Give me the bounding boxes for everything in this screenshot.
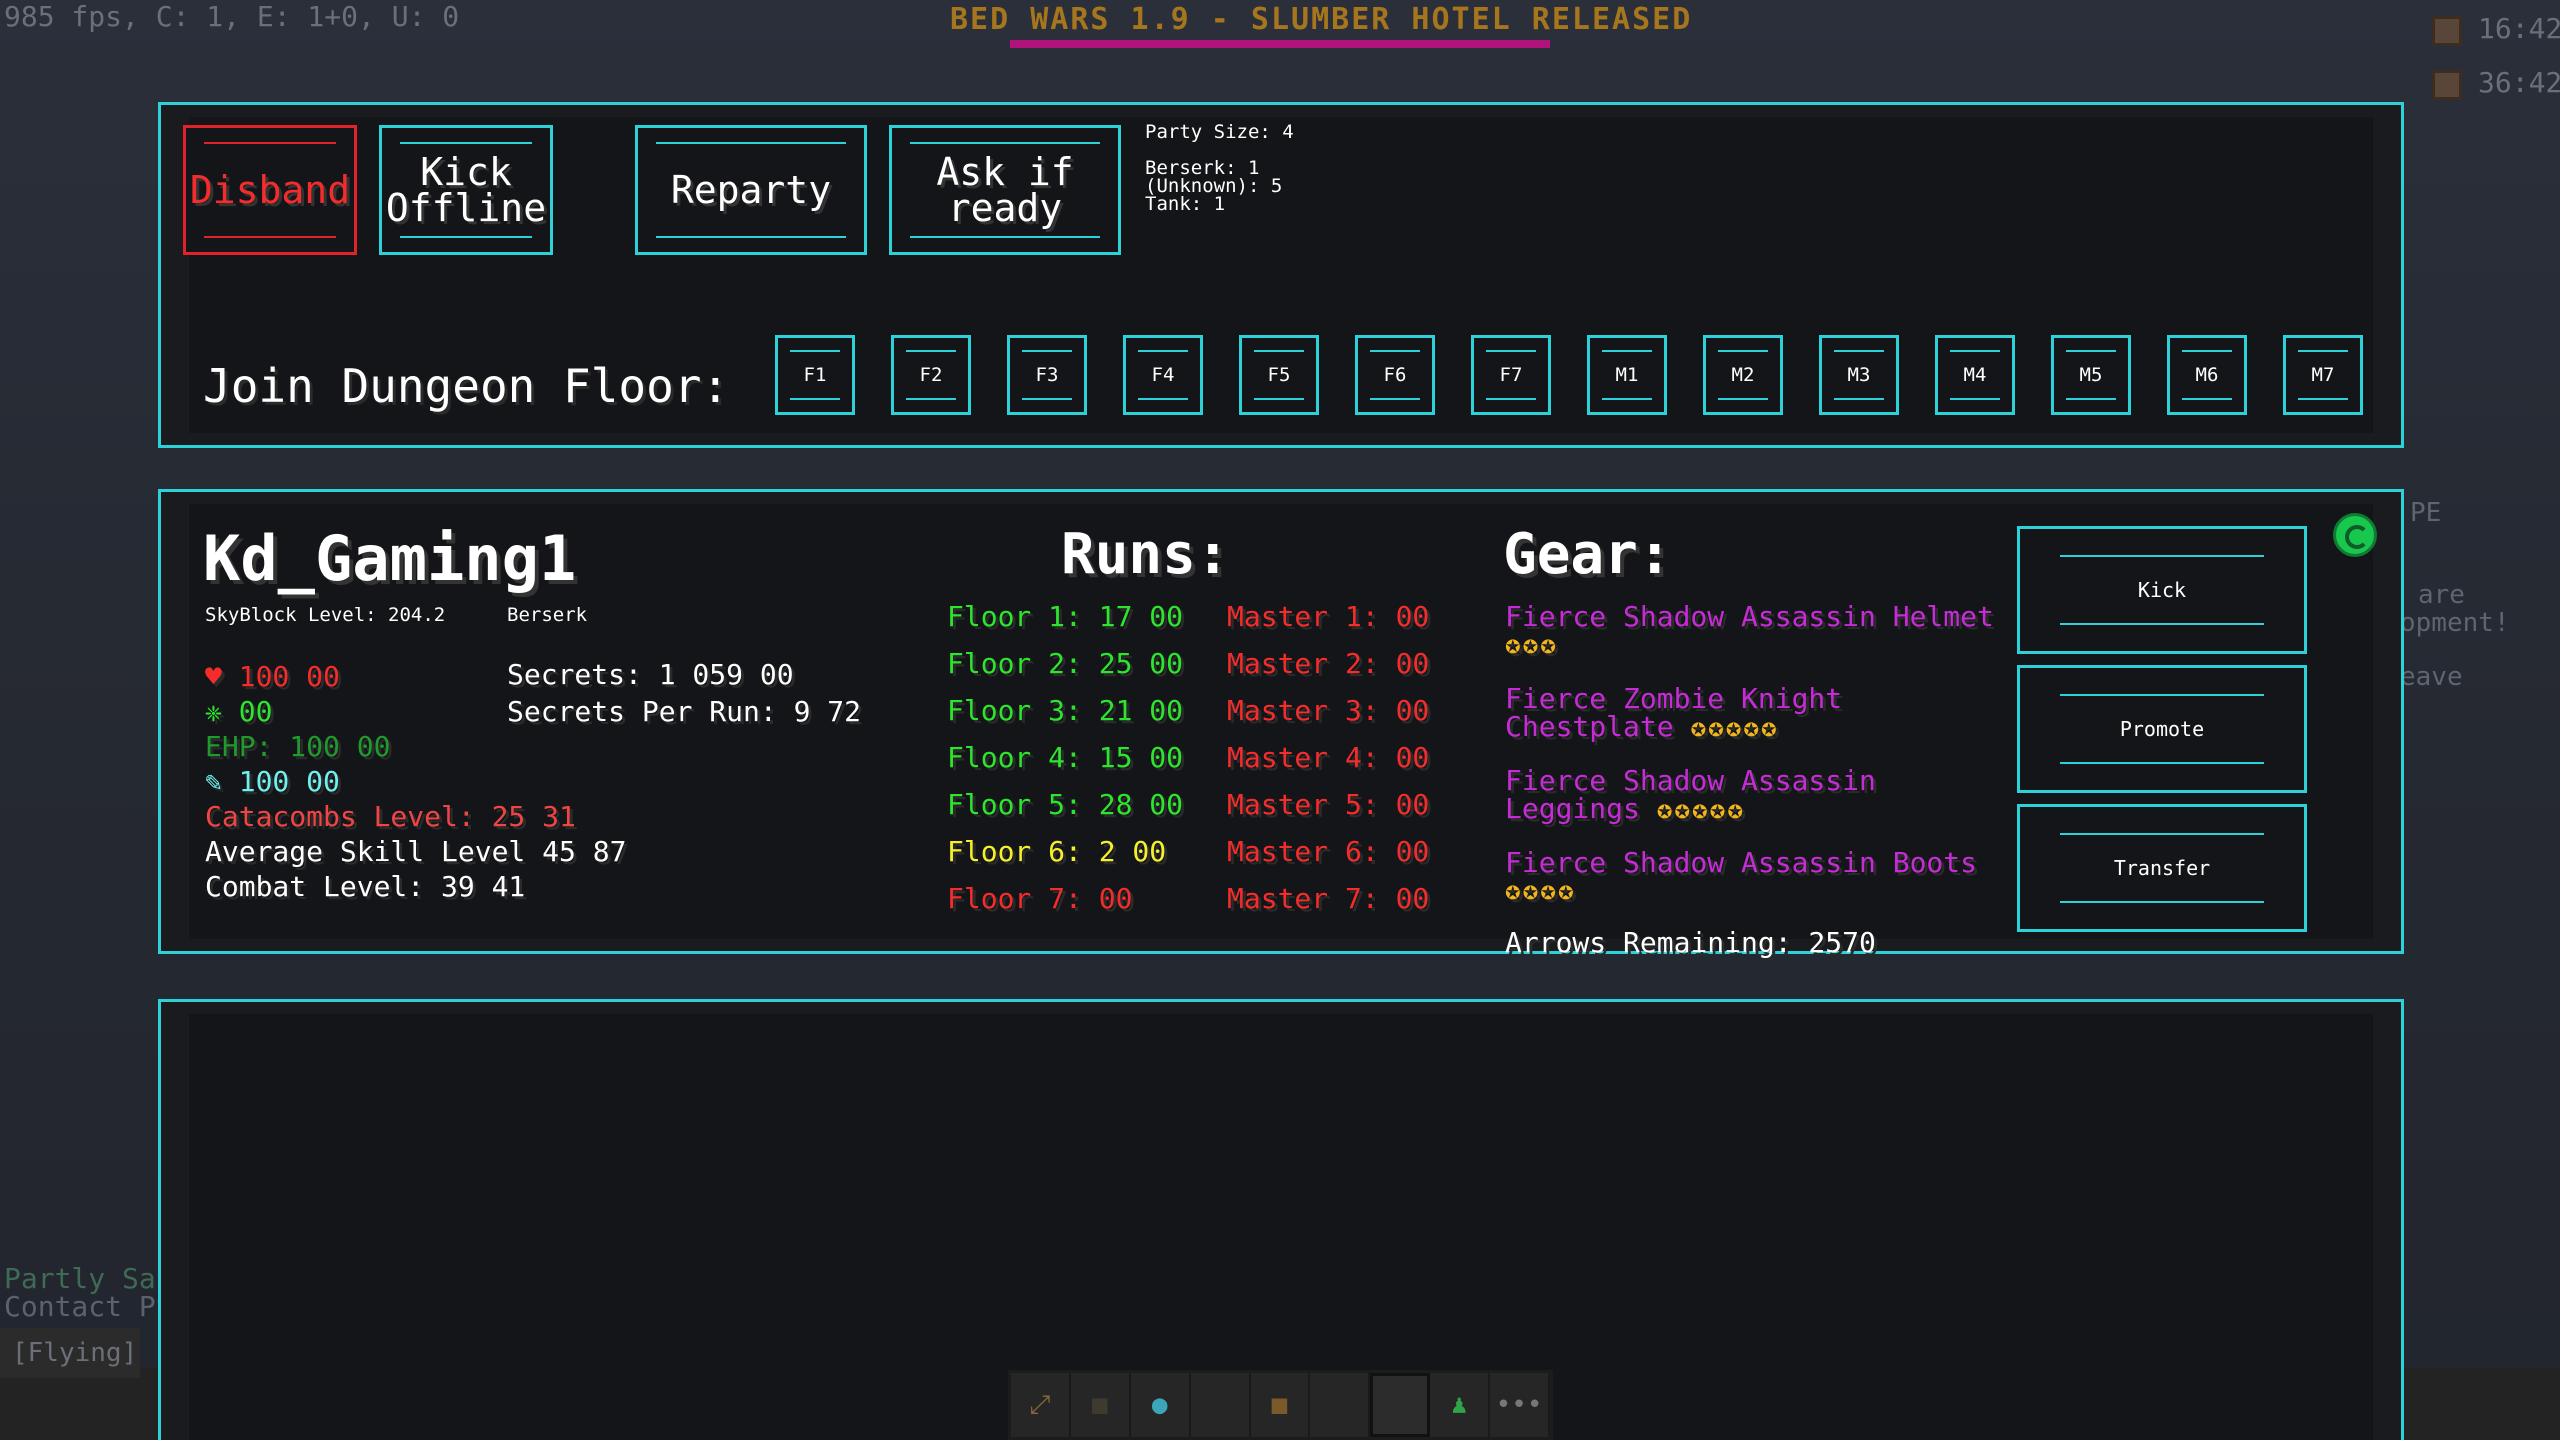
floor-button-f7[interactable]: F7 (1471, 335, 1551, 415)
join-floor-label: Join Dungeon Floor: (203, 359, 730, 413)
hotbar-slot-1[interactable]: ⤢ (1011, 1373, 1071, 1437)
transfer-button[interactable]: Transfer (2017, 804, 2307, 932)
bow-icon: ⤢ (1029, 1389, 1051, 1420)
ehp-stat: EHP: 100 00 (205, 730, 391, 763)
floor-runs-3: Floor 3: 21 00 (947, 694, 1184, 727)
floor-button-m7[interactable]: M7 (2283, 335, 2363, 415)
floor-button-m6[interactable]: M6 (2167, 335, 2247, 415)
master-runs-6: Master 6: 00 (1227, 835, 1430, 868)
floor-button-m4[interactable]: M4 (1935, 335, 2015, 415)
hotbar-slot-8[interactable]: ♟ (1430, 1373, 1491, 1437)
more-icon: ••• (1495, 1390, 1543, 1420)
reparty-button[interactable]: Reparty (635, 125, 867, 255)
floor-button-f5[interactable]: F5 (1239, 335, 1319, 415)
floor-runs-4: Floor 4: 15 00 (947, 741, 1184, 774)
hotbar-slot-6[interactable] (1310, 1373, 1371, 1437)
combat-level: Combat Level: 39 41 (205, 870, 526, 903)
gear-leggings: Leggings ✪✪✪✪✪ (1505, 792, 1745, 825)
master-runs-3: Master 3: 00 (1227, 694, 1430, 727)
clock-time-2: 36:42 (2478, 66, 2560, 99)
floor-runs-1: Floor 1: 17 00 (947, 600, 1184, 633)
defense-icon: ❈ (205, 695, 222, 728)
party-panel: Disband Kick Offline Reparty Ask if read… (158, 102, 2404, 448)
box-icon: ■ (1271, 1390, 1288, 1420)
hotbar-slot-5[interactable]: ■ (1251, 1373, 1311, 1437)
server-title: BED WARS 1.9 - SLUMBER HOTEL RELEASED (950, 2, 1693, 37)
gear-boots: Fierce Shadow Assassin Boots (1505, 846, 1978, 879)
floor-runs-5: Floor 5: 28 00 (947, 788, 1184, 821)
ask-ready-button[interactable]: Ask if ready (889, 125, 1121, 255)
clock-icon (2432, 16, 2462, 46)
hotbar-slot-7[interactable] (1370, 1373, 1431, 1437)
floor-button-m1[interactable]: M1 (1587, 335, 1667, 415)
hotbar-slot-4[interactable] (1191, 1373, 1251, 1437)
floor-runs-2: Floor 2: 25 00 (947, 647, 1184, 680)
floor-button-m3[interactable]: M3 (1819, 335, 1899, 415)
catacombs-level: Catacombs Level: 25 31 (205, 800, 576, 833)
floor-button-m2[interactable]: M2 (1703, 335, 1783, 415)
health-stat: ♥ 100 00 (205, 660, 340, 693)
refresh-icon[interactable] (2333, 513, 2377, 557)
gear-helmet: Fierce Shadow Assassin Helmet (1505, 600, 1994, 633)
orb-icon: ● (1151, 1390, 1168, 1420)
gear-chestplate: Chestplate ✪✪✪✪✪ (1505, 710, 1779, 743)
promote-button[interactable]: Promote (2017, 665, 2307, 793)
floor-runs-7: Floor 7: 00 (947, 882, 1133, 915)
master-runs-1: Master 1: 00 (1227, 600, 1430, 633)
flying-status: [Flying] (0, 1328, 140, 1378)
side-text-2: opment! (2400, 608, 2510, 638)
secrets-stat: Secrets: 1 059 00 (507, 658, 794, 691)
chat-line-1: Contact PS (4, 1290, 173, 1323)
secrets-per-run: Secrets Per Run: 9 72 (507, 695, 862, 728)
runs-heading: Runs: (1061, 522, 1230, 587)
arrows-remaining: Arrows Remaining: 2570 (1505, 926, 1876, 959)
gear-heading: Gear: (1503, 522, 1672, 587)
master-runs-2: Master 2: 00 (1227, 647, 1430, 680)
floor-runs-6: Floor 6: 2 00 (947, 835, 1167, 868)
timer-icon (2432, 70, 2462, 100)
hotbar-slot-2[interactable]: ■ (1071, 1373, 1131, 1437)
floor-button-f2[interactable]: F2 (891, 335, 971, 415)
side-text-1: are (2418, 580, 2465, 610)
party-icon: ♟ (1451, 1390, 1467, 1420)
player-class: Berserk (507, 604, 588, 626)
side-text-3: eave (2400, 662, 2463, 692)
chestplate-stars: ✪✪✪✪✪ (1690, 713, 1779, 743)
clock-time-1: 16:42 (2478, 12, 2560, 45)
intelligence-stat: ✎ 100 00 (205, 765, 340, 798)
floor-button-f4[interactable]: F4 (1123, 335, 1203, 415)
master-runs-5: Master 5: 00 (1227, 788, 1430, 821)
chest-icon: ■ (1092, 1390, 1108, 1420)
boots-stars: ✪✪✪✪ (1505, 876, 1576, 906)
floor-button-f6[interactable]: F6 (1355, 335, 1435, 415)
fps-counter: 985 fps, C: 1, E: 1+0, U: 0 (4, 0, 460, 33)
class-count-tank: Tank: 1 (1145, 193, 1226, 215)
party-classes: Berserk: 1 (Unknown): 5 Tank: 1 (1145, 159, 1282, 215)
hotbar-slot-9[interactable]: ••• (1490, 1373, 1551, 1437)
player-panel: Kd_Gaming1 SkyBlock Level: 204.2 Berserk… (158, 489, 2404, 959)
intelligence-icon: ✎ (205, 765, 222, 798)
skyblock-level: SkyBlock Level: 204.2 (205, 604, 446, 626)
hotbar: ⤢ ■ ● ■ ♟ ••• (1008, 1370, 1553, 1440)
party-size: Party Size: 4 (1145, 121, 1294, 143)
master-runs-4: Master 4: 00 (1227, 741, 1430, 774)
kick-offline-button[interactable]: Kick Offline (379, 125, 553, 255)
helmet-stars: ✪✪✪ (1505, 630, 1558, 660)
leggings-stars: ✪✪✪✪✪ (1656, 795, 1745, 825)
kick-button[interactable]: Kick (2017, 526, 2307, 654)
average-skill-level: Average Skill Level 45 87 (205, 835, 627, 868)
disband-button[interactable]: Disband (183, 125, 357, 255)
hotbar-slot-3[interactable]: ● (1131, 1373, 1191, 1437)
floor-button-f3[interactable]: F3 (1007, 335, 1087, 415)
player-name: Kd_Gaming1 (203, 522, 577, 595)
floor-button-f1[interactable]: F1 (775, 335, 855, 415)
defense-stat: ❈ 00 (205, 695, 273, 728)
side-text-0: PE (2410, 498, 2442, 528)
master-runs-7: Master 7: 00 (1227, 882, 1430, 915)
boss-bar (1010, 40, 1550, 48)
heart-icon: ♥ (205, 660, 222, 693)
floor-button-m5[interactable]: M5 (2051, 335, 2131, 415)
